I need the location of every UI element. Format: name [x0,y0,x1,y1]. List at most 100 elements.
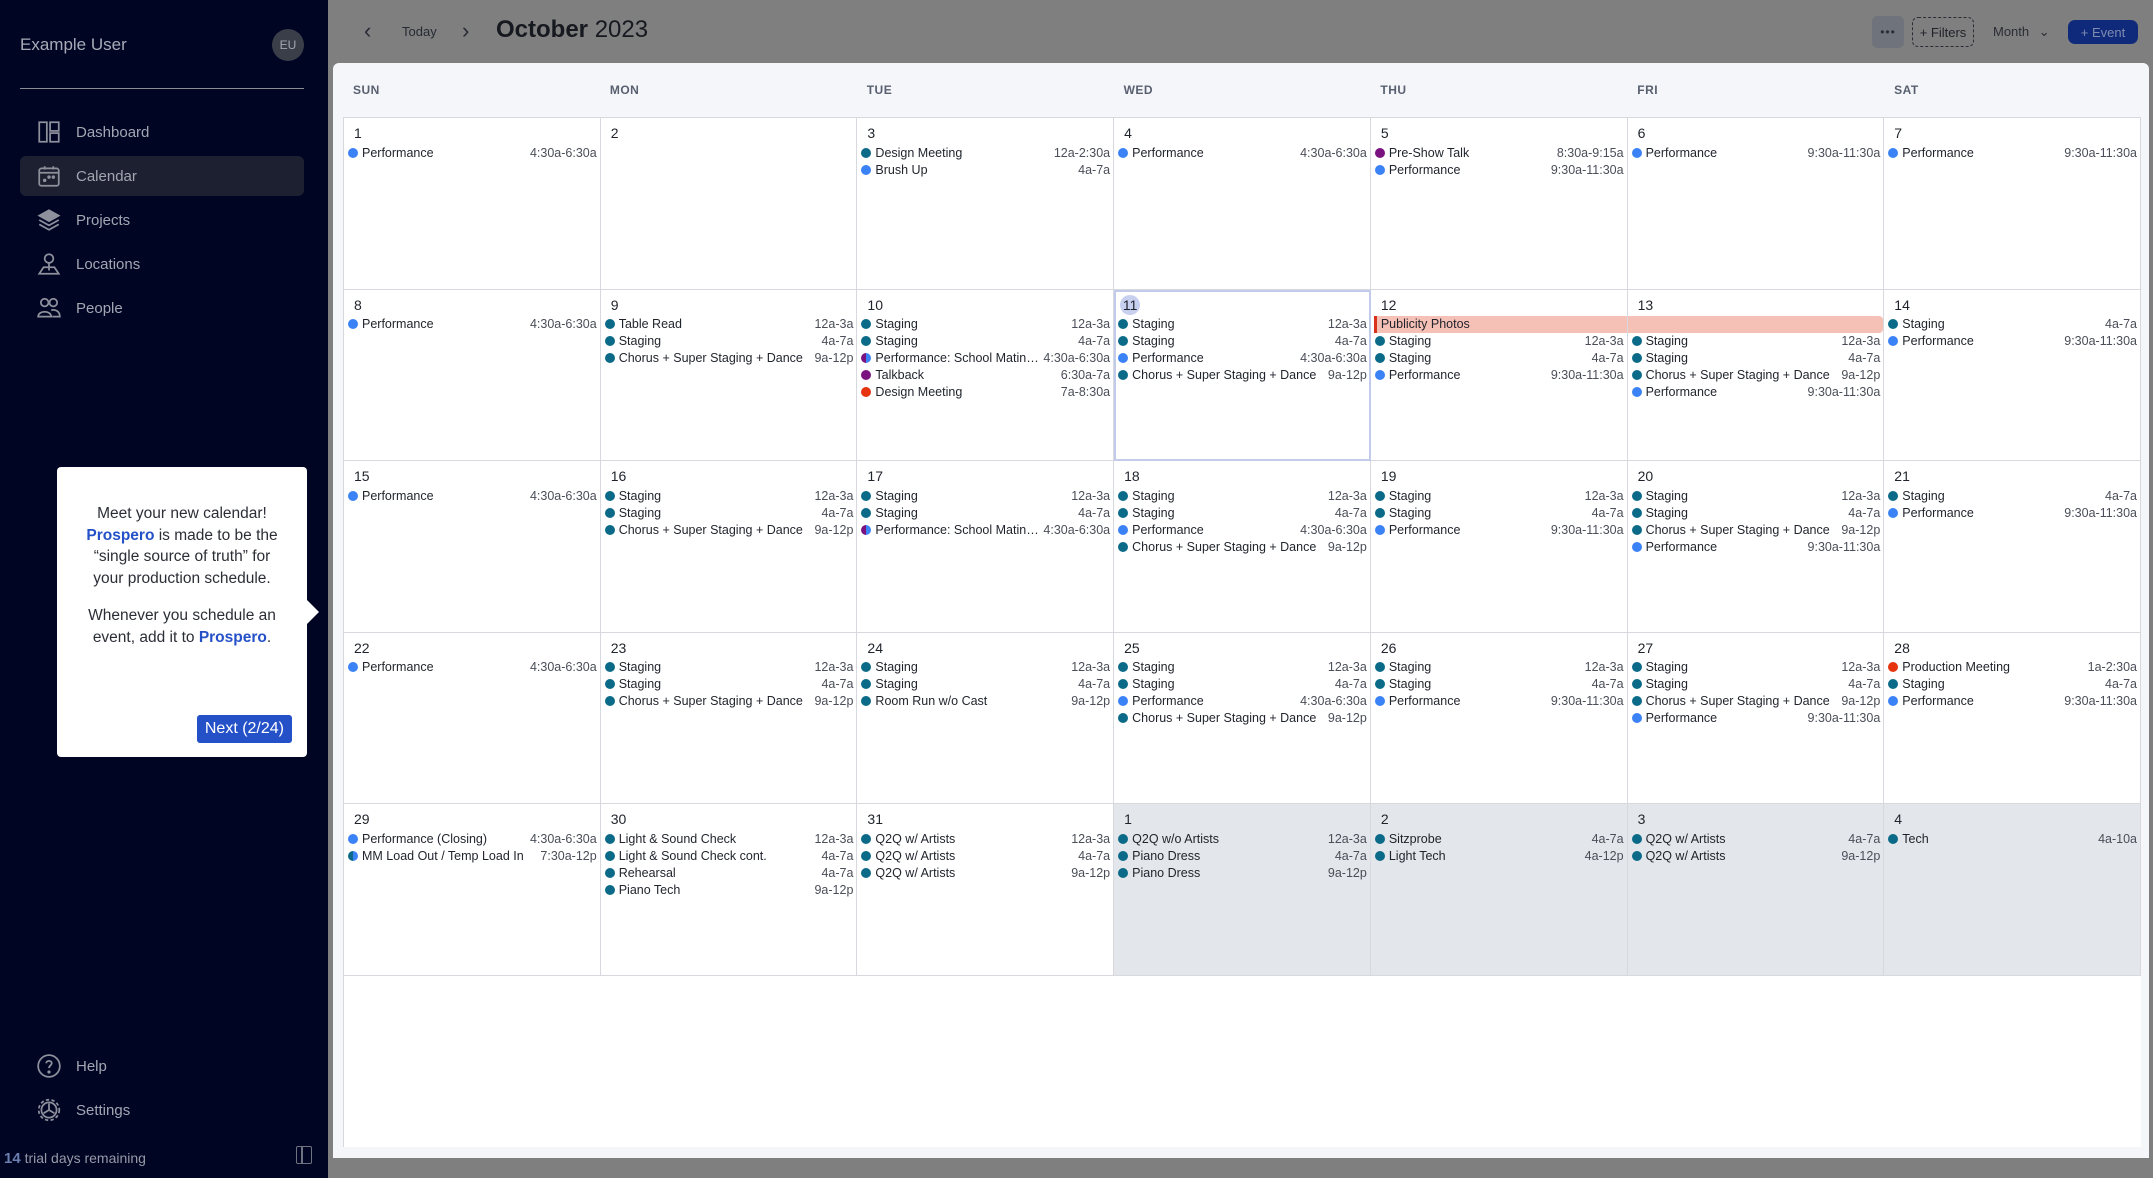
calendar-event[interactable]: Performance 9:30a-11:30a [1631,538,1880,555]
day-cell[interactable]: 21 Staging 4a-7a Performance 9:30a-11:30a [1884,461,2141,633]
calendar-event[interactable]: Staging 4a-7a [1631,504,1880,521]
calendar-event[interactable]: Performance 4:30a-6:30a [348,487,597,504]
calendar-event[interactable]: Staging 4a-7a [1118,333,1367,350]
calendar-event[interactable]: Staging 4a-7a [1118,504,1367,521]
sidebar-item-help[interactable]: Help [20,1046,304,1086]
calendar-event[interactable]: Staging 12a-3a [861,659,1110,676]
calendar-event[interactable]: Staging 12a-3a [1118,487,1367,504]
sidebar-item-projects[interactable]: Projects [20,200,304,240]
calendar-event[interactable]: Production Meeting 1a-2:30a [1888,659,2137,676]
day-cell[interactable]: 4 Performance 4:30a-6:30a [1114,118,1371,290]
day-cell[interactable]: 26 Staging 12a-3a Staging 4a-7a Performance 9:… [1370,632,1628,804]
calendar-event[interactable]: Performance 9:30a-11:30a [1888,144,2137,161]
day-cell[interactable]: 11 Staging 12a-3a Staging 4a-7a Performance 4:… [1114,289,1371,461]
day-cell[interactable]: 18 Staging 12a-3a Staging 4a-7a Performance 4:… [1114,461,1371,633]
calendar-event[interactable]: Chorus + Super Staging + Dance 9a-12p [1118,710,1367,727]
calendar-event[interactable]: Performance 4:30a-6:30a [348,316,597,333]
calendar-event[interactable]: Staging 4a-7a [604,676,853,693]
all-day-event-continuation[interactable] [1627,315,1884,333]
calendar-event[interactable]: Chorus + Super Staging + Dance 9a-12p [604,693,853,710]
calendar-event[interactable]: Performance 4:30a-6:30a [1118,521,1367,538]
calendar-event[interactable]: Performance 9:30a-11:30a [1374,161,1624,178]
calendar-event[interactable]: Staging 4a-7a [1888,487,2137,504]
day-cell[interactable]: 23 Staging 12a-3a Staging 4a-7a Chorus + Supe… [600,632,858,804]
calendar-event[interactable]: Performance 9:30a-11:30a [1631,384,1880,401]
day-cell[interactable]: 19 Staging 12a-3a Staging 4a-7a Performance 9:… [1370,461,1628,633]
day-cell[interactable]: 27 Staging 12a-3a Staging 4a-7a Chorus + Supe… [1627,632,1885,804]
day-cell[interactable]: 13 Staging 12a-3a Staging 4a-7a Chorus + Supe… [1627,289,1885,461]
calendar-event[interactable]: Q2Q w/ Artists 4a-7a [861,847,1110,864]
calendar-event[interactable]: Chorus + Super Staging + Dance 9a-12p [1631,693,1880,710]
calendar-event[interactable]: Performance 4:30a-6:30a [1118,144,1367,161]
calendar-event[interactable]: Staging 4a-7a [1888,676,2137,693]
calendar-event[interactable]: Design Meeting 7a-8:30a [861,384,1110,401]
calendar-event[interactable]: Chorus + Super Staging + Dance 9a-12p [1118,538,1367,555]
day-cell[interactable]: 8 Performance 4:30a-6:30a [344,289,601,461]
day-cell[interactable]: 5 Pre-Show Talk 8:30a-9:15a Performance 9:30… [1370,118,1628,290]
calendar-event[interactable]: Chorus + Super Staging + Dance 9a-12p [1631,521,1880,538]
day-cell[interactable]: 7 Performance 9:30a-11:30a [1884,118,2141,290]
calendar-event[interactable]: Staging 12a-3a [1374,659,1624,676]
day-cell[interactable]: 22 Performance 4:30a-6:30a [344,632,601,804]
calendar-event[interactable]: Performance 4:30a-6:30a [1118,693,1367,710]
next-month-button[interactable]: › [462,18,469,44]
calendar-event[interactable]: Staging 12a-3a [604,487,853,504]
calendar-event[interactable]: Talkback 6:30a-7a [861,367,1110,384]
day-cell[interactable]: 2 [600,118,858,290]
calendar-event[interactable]: Rehearsal 4a-7a [604,864,853,881]
calendar-event[interactable]: Performance (Closing) 4:30a-6:30a [348,830,597,847]
day-cell[interactable]: 4 Tech 4a-10a [1884,804,2141,976]
calendar-event[interactable]: Staging 4a-7a [1374,350,1624,367]
calendar-event[interactable]: Staging 12a-3a [604,659,853,676]
today-button[interactable]: Today [402,24,437,39]
day-cell[interactable]: 28 Production Meeting 1a-2:30a Staging 4a-7a… [1884,632,2141,804]
day-cell[interactable]: 9 Table Read 12a-3a Staging 4a-7a Chorus + Su… [600,289,858,461]
calendar-event[interactable]: Staging 4a-7a [1888,316,2137,333]
calendar-event[interactable]: Staging 12a-3a [1631,659,1880,676]
calendar-event[interactable]: Sitzprobe 4a-7a [1374,830,1624,847]
calendar-event[interactable]: Piano Dress 4a-7a [1118,847,1367,864]
calendar-event[interactable]: Performance 4:30a-6:30a [1118,350,1367,367]
collapse-sidebar-icon[interactable] [296,1146,312,1164]
calendar-event[interactable]: MM Load Out / Temp Load In 7:30a-12p [348,847,597,864]
day-cell[interactable]: 31 Q2Q w/ Artists 12a-3a Q2Q w/ Artists 4a-7… [857,804,1115,976]
calendar-event[interactable]: Staging 12a-3a [1374,487,1624,504]
calendar-event[interactable]: Q2Q w/ Artists 4a-7a [1631,830,1880,847]
day-cell[interactable]: 2 Sitzprobe 4a-7a Light Tech 4a-12p [1370,804,1628,976]
calendar-event[interactable]: Staging 4a-7a [1374,676,1624,693]
all-day-event[interactable]: Publicity Photos [1373,315,1627,333]
calendar-event[interactable]: Staging 4a-7a [1631,350,1880,367]
calendar-event[interactable]: Q2Q w/ Artists 9a-12p [861,864,1110,881]
calendar-event[interactable]: Light & Sound Check cont. 4a-7a [604,847,853,864]
day-cell[interactable]: 1 Q2Q w/o Artists 12a-3a Piano Dress 4a-7a Pi… [1114,804,1371,976]
sidebar-item-people[interactable]: People [20,288,304,328]
calendar-event[interactable]: Piano Dress 9a-12p [1118,864,1367,881]
day-cell[interactable]: 14 Staging 4a-7a Performance 9:30a-11:30a [1884,289,2141,461]
calendar-event[interactable]: Performance 9:30a-11:30a [1888,693,2137,710]
user-row[interactable]: Example User EU [20,28,304,62]
calendar-event[interactable]: Performance 9:30a-11:30a [1631,144,1880,161]
calendar-event[interactable]: Performance 9:30a-11:30a [1374,367,1624,384]
calendar-event[interactable]: Table Read 12a-3a [604,316,853,333]
day-cell[interactable]: 17 Staging 12a-3a Staging 4a-7a Performance: … [857,461,1115,633]
calendar-event[interactable]: Piano Tech 9a-12p [604,881,853,898]
calendar-event[interactable]: Brush Up 4a-7a [861,161,1110,178]
calendar-event[interactable]: Light & Sound Check 12a-3a [604,830,853,847]
day-cell[interactable]: 12 Publicity Photos Staging 12a-3a Staging 4a… [1370,289,1628,461]
sidebar-item-locations[interactable]: Locations [20,244,304,284]
tour-next-button[interactable]: Next (2/24) [196,715,292,743]
calendar-event[interactable]: Light Tech 4a-12p [1374,847,1624,864]
calendar-event[interactable]: Staging 12a-3a [1118,659,1367,676]
calendar-event[interactable]: Chorus + Super Staging + Dance 9a-12p [1118,367,1367,384]
day-cell[interactable]: 6 Performance 9:30a-11:30a [1627,118,1885,290]
calendar-event[interactable]: Staging 4a-7a [604,504,853,521]
day-cell[interactable]: 25 Staging 12a-3a Staging 4a-7a Performance 4:… [1114,632,1371,804]
calendar-event[interactable]: Staging 12a-3a [861,316,1110,333]
calendar-event[interactable]: Staging 12a-3a [1374,333,1624,350]
day-cell[interactable]: 1 Performance 4:30a-6:30a [344,118,601,290]
calendar-event[interactable]: Staging 12a-3a [1631,333,1880,350]
calendar-event[interactable]: Staging 12a-3a [1118,316,1367,333]
prev-month-button[interactable]: ‹ [364,18,371,44]
calendar-event[interactable]: Chorus + Super Staging + Dance 9a-12p [604,350,853,367]
calendar-event[interactable]: Q2Q w/ Artists 9a-12p [1631,847,1880,864]
